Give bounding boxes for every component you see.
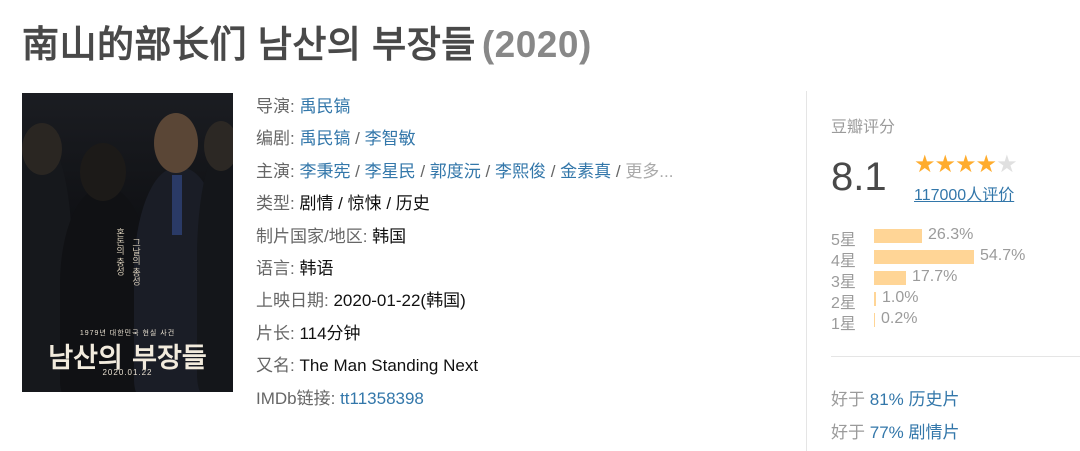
rating-bar [874,313,875,327]
star-icon: ★ [975,151,997,178]
rating-bar [874,271,906,285]
better-than-link[interactable]: 77% 剧情片 [870,423,960,442]
movie-info: 导演: 禹民镐 编剧: 禹民镐 / 李智敏 主演: 李秉宪 / 李星民 / 郭度… [256,91,673,415]
rating-label: 豆瓣评分 [831,119,896,136]
star-icon: ★ [934,151,956,178]
info-language: 语言: 韩语 [256,259,334,279]
better-than-item: 好于 81% 历史片 [831,390,960,409]
poster-side-text: 그날의 총성 [131,238,141,286]
movie-year: (2020) [481,24,592,65]
cast-more-link[interactable]: 更多... [625,162,673,181]
info-aka: 又名: The Man Standing Next [256,356,479,376]
page-title: 南山的部长们 남산의 부장들 (2020) [22,14,592,68]
poster-side-text: 혼돈의 충성 [115,228,125,276]
info-country: 制片国家/地区: 韩国 [256,226,407,246]
movie-poster[interactable]: 혼돈의 충성 그날의 총성 1979년 대한민국 현실 사건 남산의 부장들 2… [22,93,233,392]
star-icon: ★ [955,151,976,178]
divider [831,356,1080,357]
info-release-date: 上映日期: 2020-01-22(韩国) [256,291,466,311]
rating-bar [874,250,974,264]
star-icon: ★ [996,151,1017,178]
director-link[interactable]: 禹民镐 [299,97,350,116]
rating-bar [874,229,922,243]
info-runtime: 片长: 114分钟 [256,323,361,343]
star-icon: ★ [914,151,935,178]
rating-score: 8.1 [831,155,887,199]
writer-link[interactable]: 禹民镐 [299,129,350,148]
star-rating: ★★★★★ [914,150,1018,179]
imdb-link[interactable]: tt11358398 [340,389,424,408]
rating-count-link[interactable]: 117000人评价 [914,181,1014,205]
cast-link[interactable]: 李星民 [365,162,416,181]
info-cast: 主演: 李秉宪 / 李星民 / 郭度沅 / 李熙俊 / 金素真 / 更多... [256,161,674,181]
better-than-link[interactable]: 81% 历史片 [870,390,960,409]
cast-link[interactable]: 李熙俊 [495,162,546,181]
movie-title: 南山的部长们 남산의 부장들 [22,24,476,65]
divider [806,91,807,451]
info-imdb: IMDb链接: tt11358398 [256,388,424,408]
rating-bar [874,292,876,306]
cast-link[interactable]: 李秉宪 [299,162,350,181]
better-than-item: 好于 77% 剧情片 [831,423,960,442]
cast-link[interactable]: 郭度沅 [430,162,481,181]
info-genre: 类型: 剧情 / 惊悚 / 历史 [256,194,430,214]
cast-link[interactable]: 金素真 [560,162,611,181]
poster-date: 2020.01.22 [102,368,153,377]
info-writer: 编剧: 禹民镐 / 李智敏 [256,129,416,149]
writer-link[interactable]: 李智敏 [365,129,416,148]
info-director: 导演: 禹民镐 [256,97,351,116]
